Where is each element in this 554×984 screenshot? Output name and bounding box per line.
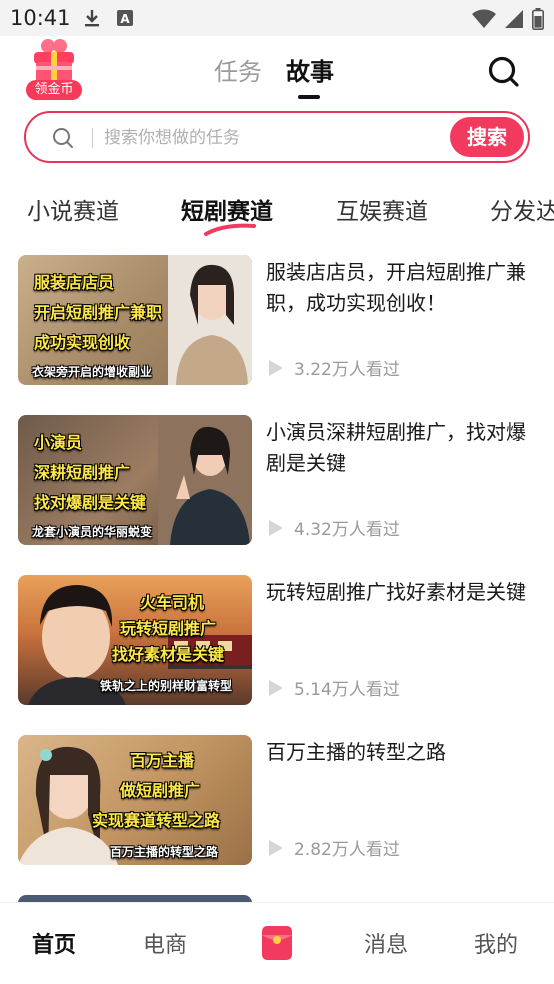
category-short-drama[interactable]: 短剧赛道 bbox=[181, 192, 273, 226]
tab-stories[interactable]: 故事 bbox=[286, 52, 334, 99]
download-icon bbox=[82, 8, 102, 32]
view-count: 4.32万人看过 bbox=[268, 515, 400, 540]
bottom-nav: 首页 电商 消息 我的 bbox=[0, 902, 554, 984]
thumb-line-3: 实现赛道转型之路 bbox=[92, 811, 221, 830]
gift-box-icon bbox=[34, 39, 74, 82]
thumb-line-3: 成功实现创收 bbox=[34, 333, 131, 352]
play-icon bbox=[269, 679, 283, 696]
story-title[interactable]: 百万主播的转型之路 bbox=[266, 737, 536, 768]
view-count-text: 5.14万人看过 bbox=[294, 680, 400, 700]
list-item[interactable]: 服装店店员 开启短剧推广兼职 成功实现创收 衣架旁开启的增收副业 服装店店员，开… bbox=[0, 255, 554, 385]
story-thumbnail[interactable]: 百万主播 做短剧推广 实现赛道转型之路 百万主播的转型之路 bbox=[18, 735, 252, 865]
story-title[interactable]: 服装店店员，开启短剧推广兼职，成功实现创收！ bbox=[266, 257, 536, 319]
tab-tasks[interactable]: 任务 bbox=[214, 52, 262, 87]
thumb-line-2: 做短剧推广 bbox=[120, 781, 201, 800]
story-thumbnail[interactable]: 服装店店员 开启短剧推广兼职 成功实现创收 衣架旁开启的增收副业 bbox=[18, 255, 252, 385]
person-image bbox=[158, 415, 252, 545]
red-envelope-icon[interactable] bbox=[261, 925, 293, 961]
thumb-line-2: 玩转短剧推广 bbox=[120, 619, 217, 638]
nav-ecommerce[interactable]: 电商 bbox=[143, 927, 187, 959]
view-count: 2.82万人看过 bbox=[268, 835, 400, 860]
gold-coin-logo[interactable]: 领金币 bbox=[22, 38, 86, 102]
view-count: 3.22万人看过 bbox=[268, 355, 400, 380]
nav-profile[interactable]: 我的 bbox=[474, 927, 518, 959]
list-item[interactable]: 火车司机 玩转短剧推广 找好素材是关键 铁轨之上的别样财富转型 玩转短剧推广找好… bbox=[0, 575, 554, 705]
view-count-text: 2.82万人看过 bbox=[294, 840, 400, 860]
top-tabs: 任务 故事 bbox=[214, 52, 334, 99]
active-category-underline bbox=[204, 223, 256, 236]
wifi-icon bbox=[472, 9, 496, 33]
category-entertainment[interactable]: 互娱赛道 bbox=[336, 192, 428, 226]
story-title[interactable]: 玩转短剧推广找好素材是关键 bbox=[266, 577, 536, 608]
app-screen: 10:41 A 领金币 任务 故事 搜索你想做的任务 搜索 小说赛道 短剧赛道 … bbox=[0, 0, 554, 984]
play-icon bbox=[269, 519, 283, 536]
thumb-line-3: 找对爆剧是关键 bbox=[34, 493, 147, 512]
thumb-line-1: 服装店店员 bbox=[34, 273, 115, 292]
view-count-text: 3.22万人看过 bbox=[294, 360, 400, 380]
status-bar: 10:41 A bbox=[0, 0, 554, 36]
search-divider bbox=[92, 128, 93, 148]
story-thumbnail[interactable]: 小演员 深耕短剧推广 找对爆剧是关键 龙套小演员的华丽蜕变 bbox=[18, 415, 252, 545]
nav-messages[interactable]: 消息 bbox=[364, 927, 408, 959]
thumb-line-3: 找好素材是关键 bbox=[112, 645, 225, 664]
search-glass-icon bbox=[52, 127, 74, 153]
category-novel[interactable]: 小说赛道 bbox=[27, 192, 119, 226]
view-count: 5.14万人看过 bbox=[268, 675, 400, 700]
thumb-caption: 百万主播的转型之路 bbox=[110, 845, 219, 859]
search-bar: 搜索 bbox=[24, 111, 530, 163]
svg-text:A: A bbox=[120, 12, 130, 26]
story-thumbnail[interactable]: 火车司机 玩转短剧推广 找好素材是关键 铁轨之上的别样财富转型 bbox=[18, 575, 252, 705]
search-input[interactable] bbox=[104, 123, 404, 153]
search-icon[interactable] bbox=[486, 54, 522, 90]
a-badge-icon: A bbox=[116, 9, 134, 31]
play-icon bbox=[269, 359, 283, 376]
nav-home[interactable]: 首页 bbox=[32, 927, 76, 959]
thumb-line-1: 百万主播 bbox=[130, 751, 195, 770]
play-icon bbox=[269, 839, 283, 856]
thumb-line-2: 深耕短剧推广 bbox=[34, 463, 131, 482]
category-tabs: 小说赛道 短剧赛道 互娱赛道 分发达 bbox=[0, 192, 554, 238]
list-item[interactable]: 百万主播 做短剧推广 实现赛道转型之路 百万主播的转型之路 百万主播的转型之路 … bbox=[0, 735, 554, 865]
thumb-caption: 铁轨之上的别样财富转型 bbox=[100, 679, 233, 693]
thumb-caption: 衣架旁开启的增收副业 bbox=[32, 365, 153, 379]
list-item[interactable]: 小演员 深耕短剧推广 找对爆剧是关键 龙套小演员的华丽蜕变 小演员深耕短剧推广，… bbox=[0, 415, 554, 545]
thumb-line-1: 小演员 bbox=[34, 433, 83, 452]
thumb-line-2: 开启短剧推广兼职 bbox=[34, 303, 163, 322]
category-distribution[interactable]: 分发达 bbox=[490, 192, 554, 226]
thumb-caption: 龙套小演员的华丽蜕变 bbox=[32, 525, 153, 539]
person-image bbox=[168, 255, 252, 385]
logo-label: 领金币 bbox=[26, 80, 82, 100]
status-time: 10:41 bbox=[10, 6, 71, 30]
app-header: 领金币 任务 故事 bbox=[0, 36, 554, 108]
story-title[interactable]: 小演员深耕短剧推广，找对爆剧是关键 bbox=[266, 417, 536, 479]
signal-icon bbox=[504, 9, 524, 33]
battery-icon bbox=[532, 8, 544, 34]
view-count-text: 4.32万人看过 bbox=[294, 520, 400, 540]
search-button[interactable]: 搜索 bbox=[450, 117, 524, 157]
thumb-line-1: 火车司机 bbox=[140, 593, 205, 612]
